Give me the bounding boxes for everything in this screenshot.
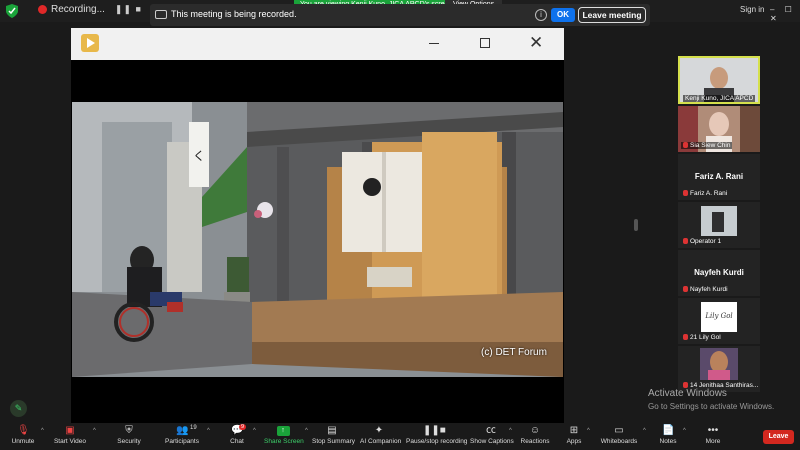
pause-stop-recording-button[interactable]: ❚❚■ Pause/stop recording <box>406 424 467 450</box>
mic-muted-icon <box>683 238 688 245</box>
participant-name: 21 Lily Gol <box>681 334 723 341</box>
ok-button[interactable]: OK <box>551 8 575 22</box>
participants-button[interactable]: 👥 Participants 19 <box>162 424 202 450</box>
participant-logo: Lily Gol <box>701 302 737 332</box>
chevron-up-icon: ^ <box>587 428 590 434</box>
share-options-caret[interactable]: ^ <box>302 424 308 450</box>
notes-button[interactable]: 📄 Notes <box>658 424 678 450</box>
maximize-icon[interactable] <box>480 38 490 48</box>
participant-tile[interactable]: Fariz A. Rani Fariz A. Rani <box>678 154 760 200</box>
participant-tile[interactable]: Lily Gol 21 Lily Gol <box>678 298 760 344</box>
participant-tile[interactable]: 14 Jenithaa Santhiras... <box>678 346 760 392</box>
chevron-up-icon: ^ <box>207 428 210 434</box>
shield-icon[interactable] <box>6 4 18 18</box>
security-button[interactable]: ⛨ Security <box>114 424 144 450</box>
annotate-pencil-icon[interactable]: ✎ <box>10 400 27 417</box>
video-options-caret[interactable]: ^ <box>90 424 96 450</box>
chat-badge: 9 <box>239 424 247 430</box>
activate-windows-watermark: Activate Windows <box>648 388 727 399</box>
chevron-up-icon: ^ <box>305 428 308 434</box>
people-icon: 👥 <box>176 425 189 436</box>
video-frame: く (c) DET Forum <box>72 102 563 377</box>
recording-indicator[interactable]: Recording... ❚❚ ■ <box>38 4 142 15</box>
sign-in-link[interactable]: Sign in <box>740 5 764 14</box>
chevron-up-icon: ^ <box>509 428 512 434</box>
more-icon: ••• <box>707 425 719 436</box>
video-off-icon: ▣ <box>65 425 75 436</box>
recording-label: Recording... <box>51 4 105 15</box>
unmute-button[interactable]: 🎙 Unmute <box>8 424 38 450</box>
chat-button[interactable]: 💬 Chat 9 <box>226 424 248 450</box>
stop-summary-button[interactable]: ▤ Stop Summary <box>312 424 355 450</box>
leave-button[interactable]: Leave <box>763 430 794 444</box>
mic-muted-icon <box>683 142 688 149</box>
activate-windows-subtext: Go to Settings to activate Windows. <box>648 402 775 411</box>
captions-options-caret[interactable]: ^ <box>506 424 512 450</box>
participant-name: Fariz A. Rani <box>681 190 729 197</box>
participant-name: Nayfeh Kurdi <box>681 286 730 293</box>
recording-icon <box>155 10 167 19</box>
share-screen-button[interactable]: ↑ Share Screen <box>264 424 304 450</box>
record-dot-icon <box>38 5 47 14</box>
participant-name: Sia Siew Chin <box>681 142 733 149</box>
reactions-button[interactable]: ☺ Reactions <box>520 424 550 450</box>
leave-meeting-button[interactable]: Leave meeting <box>578 7 646 23</box>
media-player-icon <box>81 34 99 52</box>
window-controls[interactable]: – ☐ ✕ <box>770 5 800 23</box>
summary-icon: ▤ <box>327 425 337 436</box>
mic-off-icon: 🎙 <box>17 425 30 436</box>
chevron-up-icon: ^ <box>93 428 96 434</box>
share-screen-icon: ↑ <box>276 426 290 436</box>
mic-muted-icon <box>683 286 688 293</box>
chat-options-caret[interactable]: ^ <box>250 424 256 450</box>
player-title-bar: ✕ <box>71 28 564 60</box>
meeting-toolbar: 🎙 Unmute ^ ▣ Start Video ^ ⛨ Security 👥 … <box>0 424 800 450</box>
apps-button[interactable]: ⊞ Apps <box>566 424 582 450</box>
participant-tile[interactable]: Sia Siew Chin <box>678 106 760 152</box>
apps-icon: ⊞ <box>569 425 579 436</box>
notes-icon: 📄 <box>662 425 675 436</box>
whiteboard-icon: ▭ <box>614 425 624 436</box>
chevron-up-icon: ^ <box>683 428 686 434</box>
recording-notice-text: This meeting is being recorded. <box>171 9 297 19</box>
captions-icon: ㏄ <box>486 425 496 436</box>
mic-muted-icon <box>683 190 688 197</box>
chevron-up-icon: ^ <box>253 428 256 434</box>
more-button[interactable]: ••• More <box>704 424 722 450</box>
ai-companion-button[interactable]: ✦ AI Companion <box>360 424 401 450</box>
chevron-up-icon: ^ <box>643 428 646 434</box>
street-scene-image: く <box>72 102 563 377</box>
pause-stop-icon: ❚❚■ <box>423 425 446 436</box>
reactions-icon: ☺ <box>529 425 541 436</box>
shared-media-player: ✕ く (c) DET Forum <box>71 28 564 423</box>
participants-options-caret[interactable]: ^ <box>204 424 210 450</box>
shield-icon: ⛨ <box>125 425 133 436</box>
participant-name: Kenji Kuno, JICA APCD <box>683 95 756 102</box>
minimize-icon[interactable] <box>429 43 439 44</box>
pause-stop-icons[interactable]: ❚❚ ■ <box>115 4 142 15</box>
participants-count: 19 <box>190 425 197 431</box>
participant-tile[interactable]: Operator 1 <box>678 202 760 248</box>
recording-notice: This meeting is being recorded. i OK Lea… <box>150 4 650 26</box>
start-video-button[interactable]: ▣ Start Video <box>52 424 88 450</box>
whiteboards-options-caret[interactable]: ^ <box>640 424 646 450</box>
apps-options-caret[interactable]: ^ <box>584 424 590 450</box>
participant-display-name: Fariz A. Rani <box>694 172 744 181</box>
participant-display-name: Nayfeh Kurdi <box>694 268 744 277</box>
participant-name: Operator 1 <box>681 238 723 245</box>
participant-tile[interactable]: Nayfeh Kurdi Nayfeh Kurdi <box>678 250 760 296</box>
participant-tile[interactable]: Kenji Kuno, JICA APCD <box>678 56 760 104</box>
close-icon[interactable]: ✕ <box>529 34 543 52</box>
panel-resize-handle[interactable] <box>634 219 638 231</box>
info-icon[interactable]: i <box>535 9 547 21</box>
mic-muted-icon <box>683 334 688 341</box>
svg-text:く: く <box>193 149 205 163</box>
ai-sparkle-icon: ✦ <box>374 425 384 436</box>
chevron-up-icon: ^ <box>41 428 44 434</box>
video-credit-watermark: (c) DET Forum <box>481 347 547 358</box>
notes-options-caret[interactable]: ^ <box>680 424 686 450</box>
audio-options-caret[interactable]: ^ <box>38 424 44 450</box>
whiteboards-button[interactable]: ▭ Whiteboards <box>600 424 638 450</box>
